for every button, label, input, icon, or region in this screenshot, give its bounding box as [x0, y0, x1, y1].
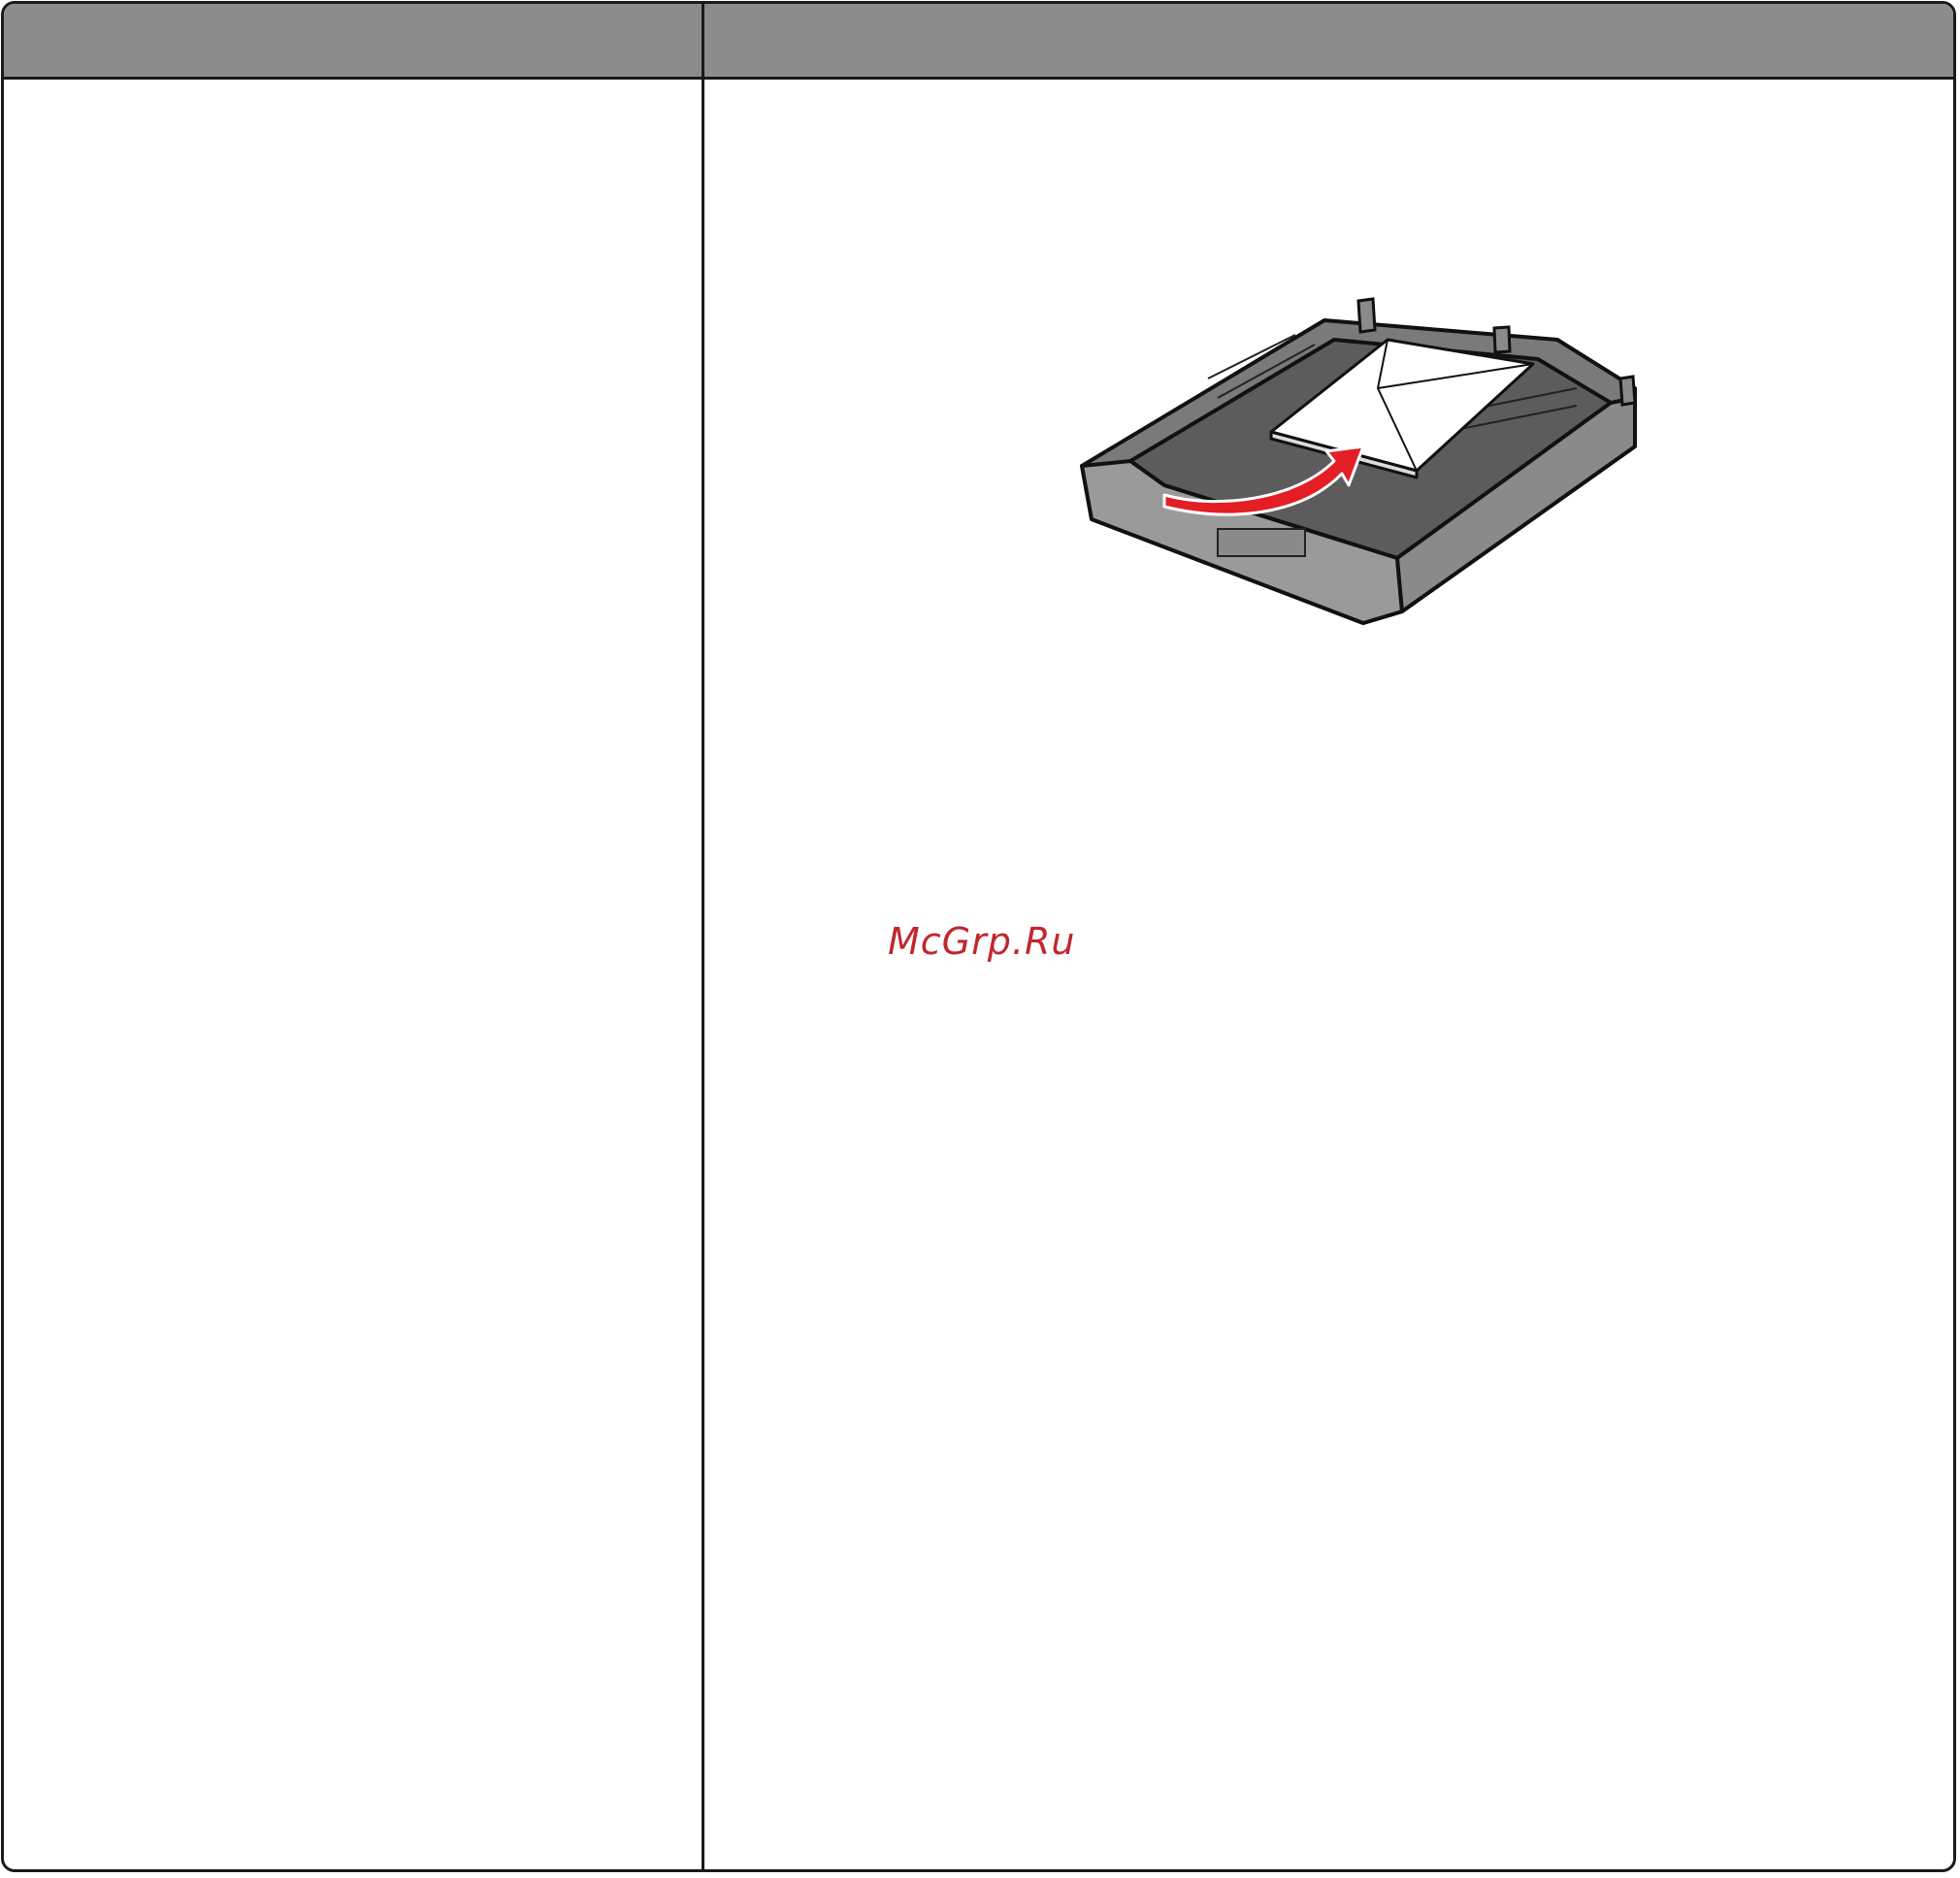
header-cell-left [23, 4, 683, 77]
paper-tray-envelope-icon [1080, 297, 1637, 625]
header-cell-right [727, 4, 1930, 77]
table-header-row [4, 4, 1953, 80]
table-cell-left [4, 80, 702, 1869]
watermark-text: McGrp.Ru [888, 920, 1076, 963]
